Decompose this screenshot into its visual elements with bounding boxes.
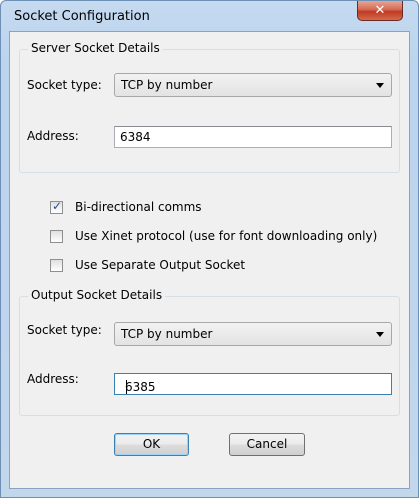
text-caret bbox=[126, 380, 127, 394]
chevron-down-icon bbox=[376, 83, 384, 88]
output-socket-type-value: TCP by number bbox=[121, 327, 213, 341]
close-button[interactable]: ✕ bbox=[357, 1, 403, 21]
output-socket-type-label: Socket type: bbox=[27, 323, 102, 337]
checkmark-icon: ✓ bbox=[52, 199, 63, 213]
server-address-label: Address: bbox=[27, 129, 79, 143]
server-address-value: 6384 bbox=[120, 130, 151, 144]
xinet-protocol-checkbox[interactable] bbox=[50, 230, 63, 243]
window-title: Socket Configuration bbox=[14, 9, 150, 24]
xinet-protocol-label[interactable]: Use Xinet protocol (use for font downloa… bbox=[75, 229, 377, 243]
separate-output-socket-checkbox[interactable] bbox=[50, 259, 63, 272]
close-icon: ✕ bbox=[374, 3, 386, 18]
server-socket-legend: Server Socket Details bbox=[28, 41, 163, 55]
bidirectional-label[interactable]: Bi-directional comms bbox=[75, 200, 202, 214]
output-socket-type-select[interactable]: TCP by number bbox=[114, 322, 392, 346]
cancel-button[interactable]: Cancel bbox=[229, 433, 305, 456]
bidirectional-checkbox[interactable]: ✓ bbox=[50, 199, 63, 214]
output-address-label: Address: bbox=[27, 372, 79, 386]
output-address-input[interactable]: 6385 bbox=[114, 373, 392, 395]
title-bar[interactable]: Socket Configuration ✕ bbox=[1, 1, 418, 31]
server-socket-type-label: Socket type: bbox=[27, 78, 102, 92]
output-socket-group: Output Socket Details Socket type: TCP b… bbox=[19, 288, 400, 416]
dialog-client-area: Server Socket Details Socket type: TCP b… bbox=[9, 31, 410, 489]
ok-button[interactable]: OK bbox=[114, 433, 189, 456]
server-socket-type-select[interactable]: TCP by number bbox=[114, 73, 392, 97]
server-socket-type-value: TCP by number bbox=[121, 78, 213, 92]
dialog-window: Socket Configuration ✕ Server Socket Det… bbox=[0, 0, 419, 498]
server-address-input[interactable]: 6384 bbox=[114, 126, 392, 148]
server-socket-group: Server Socket Details Socket type: TCP b… bbox=[19, 41, 400, 173]
output-address-text: 6385 bbox=[125, 380, 156, 394]
separate-output-socket-label[interactable]: Use Separate Output Socket bbox=[75, 258, 245, 272]
chevron-down-icon bbox=[376, 332, 384, 337]
output-socket-legend: Output Socket Details bbox=[28, 288, 166, 302]
